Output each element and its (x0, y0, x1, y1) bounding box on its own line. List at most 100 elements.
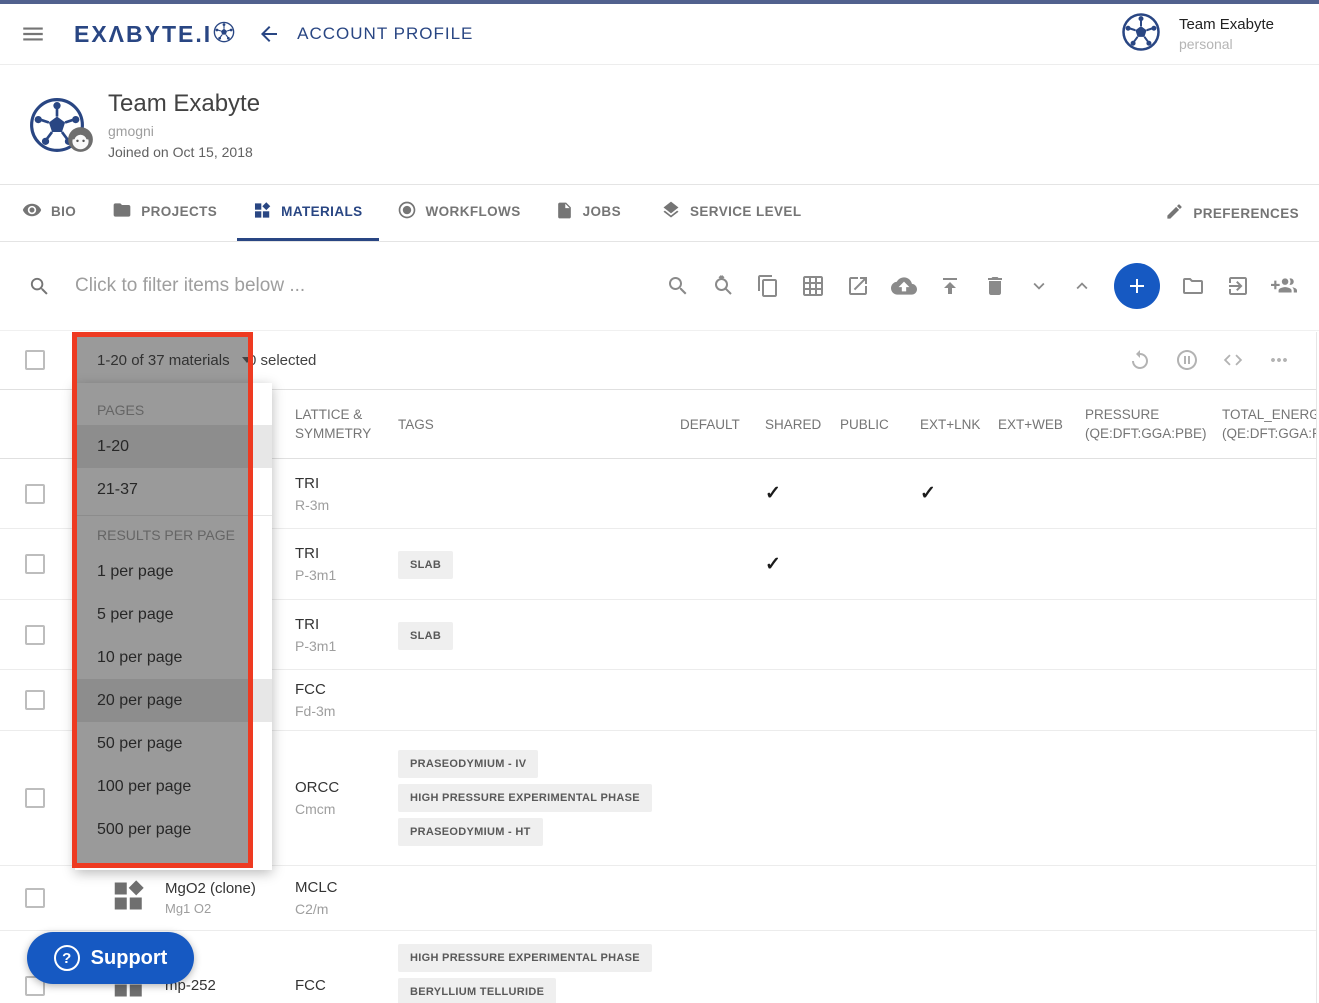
copy-icon[interactable] (756, 274, 780, 298)
exit-to-app-icon[interactable] (1226, 274, 1250, 298)
menu-icon[interactable] (20, 21, 46, 47)
back-arrow-icon[interactable] (257, 22, 281, 46)
tag-chip: BERYLLIUM TELLURIDE (398, 978, 556, 1003)
more-horiz-icon[interactable] (1267, 348, 1291, 372)
logo-text: EXΛBYTE.I (74, 21, 212, 48)
symmetry-value: P-3m1 (295, 638, 398, 654)
table-row[interactable]: MgO2 (clone) Mg1 O2 MCLCC2/m (0, 866, 1319, 931)
col-ext-lnk[interactable]: EXT+LNK (916, 417, 998, 432)
tab-materials[interactable]: MATERIALS (237, 185, 378, 241)
chevron-down-icon[interactable] (1028, 275, 1050, 297)
preferences-button[interactable]: PREFERENCES (1165, 185, 1299, 241)
materials-toolbar (666, 263, 1297, 309)
menu-item-100-per-page[interactable]: 100 per page (75, 765, 272, 808)
tab-service-level[interactable]: SERVICE LEVEL (661, 185, 801, 241)
open-in-new-icon[interactable] (846, 274, 870, 298)
profile-avatar (28, 96, 86, 154)
menu-item-50-per-page[interactable]: 50 per page (75, 722, 272, 765)
materials-icon (253, 201, 272, 223)
add-material-button[interactable] (1114, 263, 1160, 309)
tab-label: PROJECTS (141, 204, 217, 219)
tab-label: SERVICE LEVEL (690, 204, 801, 219)
tab-bio[interactable]: BIO (22, 185, 76, 241)
tab-workflows[interactable]: WORKFLOWS (397, 185, 521, 241)
support-button[interactable]: ? Support (27, 932, 194, 984)
row-checkbox[interactable] (25, 788, 45, 808)
pause-circle-icon[interactable] (1175, 348, 1199, 372)
tab-label: MATERIALS (281, 204, 362, 219)
pagination-menu: PAGES 1-20 21-37 RESULTS PER PAGE 1 per … (75, 383, 272, 870)
menu-item-page-1-20[interactable]: 1-20 (75, 425, 272, 468)
tab-label: WORKFLOWS (426, 204, 521, 219)
col-shared[interactable]: SHARED (760, 417, 840, 432)
lattice-value: FCC (295, 681, 398, 698)
upload-icon[interactable] (938, 274, 962, 298)
material-name[interactable]: MgO2 (clone) (165, 880, 256, 897)
lattice-value: TRI (295, 475, 398, 492)
table-row[interactable]: mp-252 FCC HIGH PRESSURE EXPERIMENTAL PH… (0, 931, 1319, 1003)
profile-name: Team Exabyte (108, 90, 260, 118)
menu-header-pages: PAGES (75, 395, 272, 425)
tab-label: BIO (51, 204, 76, 219)
file-icon (555, 201, 574, 223)
exabyte-logo[interactable]: EXΛBYTE.I (74, 21, 235, 48)
lattice-value: MCLC (295, 879, 398, 896)
help-icon: ? (54, 945, 80, 971)
col-default[interactable]: DEFAULT (680, 417, 760, 432)
col-total-energy[interactable]: TOTAL_ENERGY(QE:DFT:GGA:PBE) (1222, 405, 1319, 443)
symmetry-value: C2/m (295, 901, 398, 917)
tag-chip: PRASEODYMIUM - IV (398, 750, 538, 778)
account-name: Team Exabyte (1179, 16, 1274, 33)
pencil-icon (1165, 202, 1184, 224)
col-public[interactable]: PUBLIC (840, 417, 916, 432)
pagination-dropdown-trigger[interactable]: 1-20 of 37 materials (97, 331, 252, 389)
menu-item-1-per-page[interactable]: 1 per page (75, 550, 272, 593)
app-bar: EXΛBYTE.I ACCOUNT PROFILE Team Exabyte p… (0, 4, 1319, 65)
page-title: ACCOUNT PROFILE (297, 24, 473, 44)
menu-item-page-21-37[interactable]: 21-37 (75, 468, 272, 511)
undo-icon[interactable] (1128, 348, 1152, 372)
col-tags[interactable]: TAGS (398, 417, 680, 432)
search-icon[interactable] (666, 274, 690, 298)
tag-chip: HIGH PRESSURE EXPERIMENTAL PHASE (398, 784, 652, 812)
tab-projects[interactable]: PROJECTS (112, 185, 217, 241)
check-icon: ✓ (765, 554, 781, 575)
menu-item-20-per-page[interactable]: 20 per page (75, 679, 272, 722)
tab-jobs[interactable]: JOBS (555, 185, 621, 241)
menu-item-5-per-page[interactable]: 5 per page (75, 593, 272, 636)
selection-bar: 1-20 of 37 materials 0 selected (0, 331, 1319, 390)
code-icon[interactable] (1222, 349, 1244, 371)
row-checkbox[interactable] (25, 625, 45, 645)
check-icon: ✓ (920, 483, 936, 504)
symmetry-value: R-3m (295, 497, 398, 513)
col-lattice-symmetry[interactable]: LATTICE &SYMMETRY (295, 405, 398, 443)
folder-icon (112, 200, 132, 223)
check-icon: ✓ (765, 483, 781, 504)
menu-item-500-per-page[interactable]: 500 per page (75, 808, 272, 851)
account-avatar[interactable] (1121, 12, 1161, 57)
profile-username: gmogni (108, 123, 260, 139)
tag-chip: SLAB (398, 551, 453, 579)
profile-joined-date: Joined on Oct 15, 2018 (108, 144, 260, 160)
menu-item-10-per-page[interactable]: 10 per page (75, 636, 272, 679)
row-checkbox[interactable] (25, 888, 45, 908)
row-checkbox[interactable] (25, 484, 45, 504)
delete-icon[interactable] (983, 274, 1007, 298)
filter-input[interactable]: Click to filter items below ... (75, 275, 666, 297)
chevron-up-icon[interactable] (1071, 275, 1093, 297)
tab-label: JOBS (583, 204, 621, 219)
row-checkbox[interactable] (25, 554, 45, 574)
group-add-icon[interactable] (1271, 273, 1297, 299)
row-checkbox[interactable] (25, 690, 45, 710)
search-arrow-icon[interactable] (711, 274, 735, 298)
layers-icon (661, 200, 681, 223)
cloud-upload-icon[interactable] (891, 273, 917, 299)
col-ext-web[interactable]: EXT+WEB (998, 417, 1085, 432)
grid-icon[interactable] (801, 274, 825, 298)
select-all-checkbox[interactable] (25, 350, 45, 370)
lattice-value: ORCC (295, 779, 398, 796)
menu-divider (75, 515, 272, 516)
col-pressure[interactable]: PRESSURE(QE:DFT:GGA:PBE) (1085, 405, 1222, 443)
tag-chip: SLAB (398, 622, 453, 650)
folder-icon[interactable] (1181, 274, 1205, 298)
